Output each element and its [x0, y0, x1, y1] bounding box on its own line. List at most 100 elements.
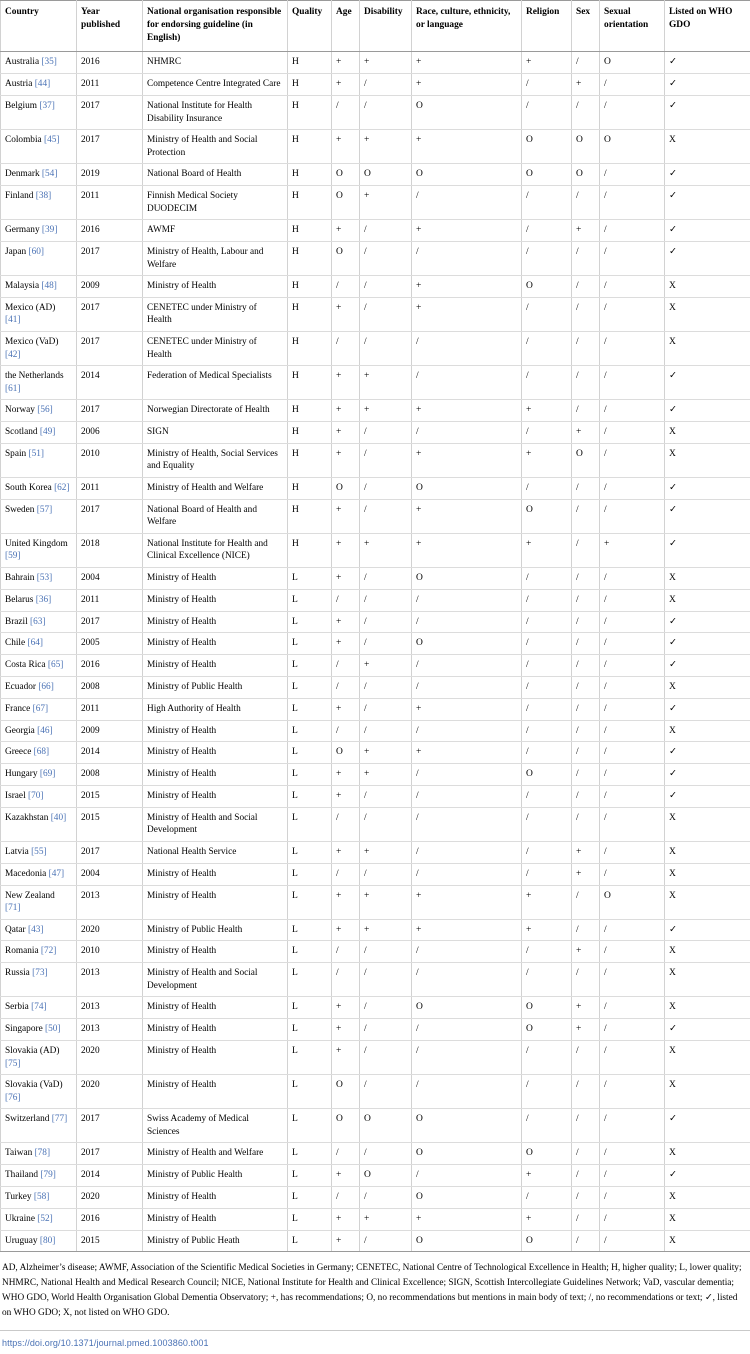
reference-link[interactable]: [73]: [32, 968, 48, 978]
reference-link[interactable]: [39]: [42, 225, 58, 235]
cell-religion: /: [522, 589, 572, 611]
reference-link[interactable]: [40]: [51, 813, 67, 823]
reference-link[interactable]: [65]: [48, 660, 64, 670]
reference-link[interactable]: [57]: [37, 505, 53, 515]
table-row: Malaysia [48]2009Ministry of HealthH//+O…: [1, 276, 750, 298]
cell-quality: H: [288, 220, 332, 242]
table-row: Kazakhstan [40]2015Ministry of Health an…: [1, 807, 750, 841]
cell-disability: /: [360, 1019, 412, 1041]
cell-disability: O: [360, 1109, 412, 1143]
cell-sexual-orientation: /: [600, 422, 665, 444]
reference-link[interactable]: [50]: [45, 1024, 61, 1034]
reference-link[interactable]: [61]: [5, 384, 21, 394]
reference-link[interactable]: [37]: [39, 101, 55, 111]
reference-link[interactable]: [43]: [28, 925, 44, 935]
reference-link[interactable]: [75]: [5, 1059, 21, 1069]
reference-link[interactable]: [41]: [5, 315, 21, 325]
reference-link[interactable]: [76]: [5, 1093, 21, 1103]
reference-link[interactable]: [44]: [35, 79, 51, 89]
cell-disability: /: [360, 720, 412, 742]
cell-quality: H: [288, 477, 332, 499]
cell-who-gdo: ✓: [665, 698, 750, 720]
cell-who-gdo: ✓: [665, 400, 750, 422]
reference-link[interactable]: [77]: [52, 1114, 68, 1124]
cell-age: /: [332, 332, 360, 366]
reference-link[interactable]: [53]: [37, 573, 53, 583]
cell-age: +: [332, 698, 360, 720]
reference-link[interactable]: [78]: [35, 1148, 51, 1158]
cell-organisation: Ministry of Health: [143, 1186, 288, 1208]
reference-link[interactable]: [51]: [29, 449, 45, 459]
cell-country: Taiwan [78]: [1, 1143, 77, 1165]
cell-religion: /: [522, 186, 572, 220]
cell-race: +: [412, 499, 522, 533]
cell-year-published: 2013: [77, 963, 143, 997]
reference-link[interactable]: [66]: [38, 682, 54, 692]
cell-who-gdo: X: [665, 1041, 750, 1075]
cell-quality: L: [288, 997, 332, 1019]
cell-quality: L: [288, 807, 332, 841]
reference-link[interactable]: [69]: [40, 769, 56, 779]
reference-link[interactable]: [46]: [37, 726, 53, 736]
cell-race: +: [412, 698, 522, 720]
cell-race: /: [412, 611, 522, 633]
reference-link[interactable]: [63]: [30, 617, 46, 627]
reference-link[interactable]: [62]: [54, 483, 70, 493]
country-name: Singapore: [5, 1024, 43, 1034]
cell-race: +: [412, 919, 522, 941]
reference-link[interactable]: [54]: [42, 169, 58, 179]
reference-link[interactable]: [45]: [44, 135, 60, 145]
reference-link[interactable]: [35]: [41, 57, 57, 67]
cell-year-published: 2015: [77, 807, 143, 841]
reference-link[interactable]: [42]: [5, 350, 21, 360]
cell-sexual-orientation: /: [600, 220, 665, 242]
cell-sexual-orientation: /: [600, 863, 665, 885]
reference-link[interactable]: [72]: [41, 946, 57, 956]
reference-link[interactable]: [79]: [40, 1170, 56, 1180]
cell-quality: H: [288, 297, 332, 331]
cell-sexual-orientation: /: [600, 764, 665, 786]
cell-quality: H: [288, 74, 332, 96]
cell-country: Bahrain [53]: [1, 567, 77, 589]
cell-age: +: [332, 130, 360, 164]
cell-disability: /: [360, 332, 412, 366]
reference-link[interactable]: [71]: [5, 903, 21, 913]
reference-link[interactable]: [68]: [34, 747, 50, 757]
doi-link[interactable]: https://doi.org/10.1371/journal.pmed.100…: [0, 1331, 750, 1354]
cell-religion: O: [522, 1019, 572, 1041]
cell-organisation: Ministry of Health: [143, 1019, 288, 1041]
reference-link[interactable]: [47]: [49, 869, 65, 879]
reference-link[interactable]: [48]: [41, 281, 57, 291]
reference-link[interactable]: [38]: [36, 191, 52, 201]
reference-link[interactable]: [58]: [34, 1192, 50, 1202]
cell-sexual-orientation: /: [600, 997, 665, 1019]
reference-link[interactable]: [70]: [28, 791, 44, 801]
reference-link[interactable]: [49]: [40, 427, 56, 437]
cell-religion: /: [522, 297, 572, 331]
reference-link[interactable]: [59]: [5, 551, 21, 561]
column-header-disability: Disability: [360, 1, 412, 52]
reference-link[interactable]: [80]: [40, 1236, 56, 1246]
cell-quality: L: [288, 1109, 332, 1143]
reference-link[interactable]: [67]: [33, 704, 49, 714]
cell-year-published: 2020: [77, 1186, 143, 1208]
cell-who-gdo: ✓: [665, 96, 750, 130]
reference-link[interactable]: [36]: [36, 595, 52, 605]
reference-link[interactable]: [52]: [37, 1214, 53, 1224]
cell-sexual-orientation: /: [600, 297, 665, 331]
cell-disability: /: [360, 1143, 412, 1165]
cell-quality: L: [288, 742, 332, 764]
reference-link[interactable]: [55]: [31, 847, 47, 857]
reference-link[interactable]: [64]: [27, 638, 43, 648]
table-row: Finland [38]2011Finnish Medical Society …: [1, 186, 750, 220]
cell-age: +: [332, 633, 360, 655]
cell-disability: O: [360, 164, 412, 186]
reference-link[interactable]: [56]: [37, 405, 53, 415]
cell-year-published: 2008: [77, 676, 143, 698]
reference-link[interactable]: [74]: [31, 1002, 47, 1012]
cell-disability: /: [360, 422, 412, 444]
cell-religion: /: [522, 332, 572, 366]
reference-link[interactable]: [60]: [29, 247, 45, 257]
cell-organisation: National Institute for Health and Clinic…: [143, 533, 288, 567]
cell-disability: /: [360, 1075, 412, 1109]
